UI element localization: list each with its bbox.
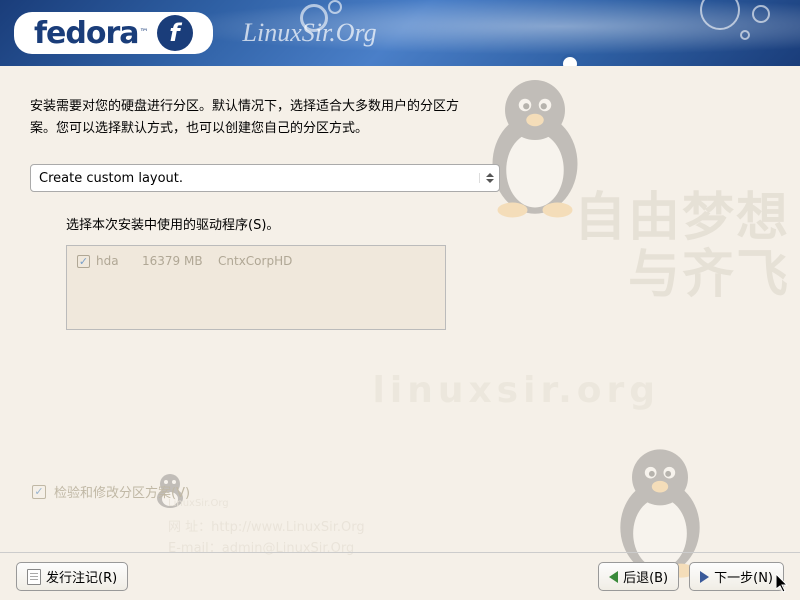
footer-button-bar: 发行注记(R) 后退(B) 下一步(N) [0, 552, 800, 600]
bubble-decoration [740, 30, 750, 40]
watermark-url: linuxsir.org [373, 370, 660, 411]
back-button-label: 后退(B) [623, 567, 668, 586]
next-button-label: 下一步(N) [714, 567, 773, 586]
review-checkbox: ✓ [32, 485, 46, 499]
drive-selection-label: 选择本次安装中使用的驱动程序(S)。 [66, 214, 770, 233]
arrow-left-icon [609, 571, 618, 583]
next-button[interactable]: 下一步(N) [689, 562, 784, 591]
dropdown-spinner-icon [479, 173, 495, 183]
partition-scheme-dropdown[interactable]: Create custom layout. [30, 164, 500, 192]
bubble-decoration [752, 5, 770, 23]
review-checkbox-label: 检验和修改分区方案(V) [54, 482, 190, 501]
linuxsir-wordmark: LinuxSir.Org [243, 18, 377, 48]
drive-list[interactable]: ✓ hda 16379 MB CntxCorpHD [66, 245, 446, 330]
drive-selection-section: 选择本次安装中使用的驱动程序(S)。 ✓ hda 16379 MB CntxCo… [66, 214, 770, 330]
main-content: 安装需要对您的硬盘进行分区。默认情况下，选择适合大多数用户的分区方案。您可以选择… [0, 66, 800, 330]
drive-size: 16379 MB [142, 254, 212, 268]
fedora-wordmark: fedora [34, 16, 139, 51]
release-notes-label: 发行注记(R) [46, 567, 117, 586]
back-button[interactable]: 后退(B) [598, 562, 679, 591]
bubble-decoration [560, 54, 580, 66]
document-icon [27, 569, 41, 585]
review-partition-checkbox-row: ✓ 检验和修改分区方案(V) [32, 482, 190, 501]
drive-list-item[interactable]: ✓ hda 16379 MB CntxCorpHD [77, 254, 435, 268]
release-notes-button[interactable]: 发行注记(R) [16, 562, 128, 591]
arrow-right-icon [700, 571, 709, 583]
bubble-decoration [328, 0, 342, 14]
partition-description: 安装需要对您的硬盘进行分区。默认情况下，选择适合大多数用户的分区方案。您可以选择… [30, 96, 470, 140]
trademark-symbol: ™ [140, 28, 149, 38]
bubble-decoration [700, 0, 740, 30]
dropdown-selected-value: Create custom layout. [39, 171, 479, 186]
fedora-f-icon: f [157, 15, 193, 51]
fedora-logo: fedora ™ f [14, 12, 213, 54]
drive-model: CntxCorpHD [218, 254, 292, 268]
drive-name: hda [96, 254, 136, 268]
watermark-contact: LinuxSir.Org 网 址：http://www.LinuxSir.Org… [168, 496, 365, 560]
mouse-cursor-icon [776, 574, 792, 594]
banner-header: fedora ™ f LinuxSir.Org [0, 0, 800, 66]
drive-checkbox[interactable]: ✓ [77, 255, 90, 268]
